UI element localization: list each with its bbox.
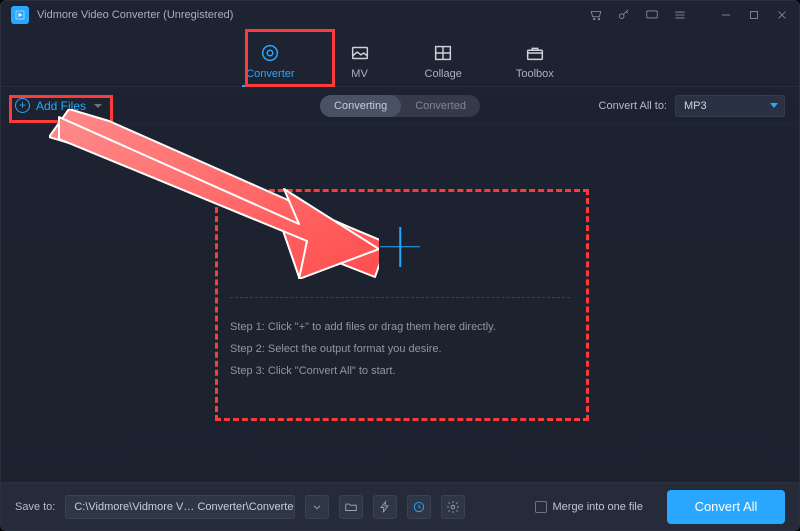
feedback-icon[interactable] — [645, 8, 659, 22]
add-files-plus-icon[interactable] — [380, 227, 420, 267]
title-bar: Vidmore Video Converter (Unregistered) — [1, 1, 799, 29]
chevron-down-icon — [94, 104, 102, 108]
step-1: Step 1: Click "+" to add files or drag t… — [230, 316, 570, 338]
output-format-select[interactable]: MP3 — [675, 95, 785, 117]
high-speed-button[interactable] — [407, 495, 431, 519]
app-window: Vidmore Video Converter (Unregistered) C… — [0, 0, 800, 531]
convert-all-label: Convert All — [695, 499, 758, 514]
segment-converted[interactable]: Converted — [401, 100, 480, 112]
close-icon[interactable] — [775, 8, 789, 22]
divider — [230, 297, 570, 298]
convert-all-button[interactable]: Convert All — [667, 490, 785, 524]
segment-converting[interactable]: Converting — [320, 95, 401, 117]
title-actions — [589, 8, 789, 22]
collage-icon — [432, 42, 454, 64]
menu-icon[interactable] — [673, 8, 687, 22]
minimize-icon[interactable] — [719, 8, 733, 22]
output-format-value: MP3 — [684, 100, 707, 112]
app-logo-icon — [11, 6, 29, 24]
step-3: Step 3: Click "Convert All" to start. — [230, 360, 570, 382]
checkbox-icon — [535, 501, 547, 513]
step-2: Step 2: Select the output format you des… — [230, 338, 570, 360]
top-tabs: Converter MV Collage Toolbox — [1, 29, 799, 87]
tab-label: Converter — [246, 68, 294, 80]
merge-label: Merge into one file — [553, 501, 644, 513]
toolbox-icon — [524, 42, 546, 64]
chevron-down-icon — [770, 103, 778, 108]
save-to-label: Save to: — [15, 501, 55, 513]
main-area: Step 1: Click "+" to add files or drag t… — [1, 126, 799, 482]
plus-circle-icon — [15, 98, 30, 113]
sub-toolbar: Add Files Converting Converted Convert A… — [1, 87, 799, 125]
tab-label: MV — [351, 68, 368, 80]
converter-icon — [259, 42, 281, 64]
hw-accel-button[interactable] — [373, 495, 397, 519]
tab-toolbox[interactable]: Toolbox — [516, 42, 554, 86]
tab-converter[interactable]: Converter — [246, 42, 294, 86]
bottom-bar: Save to: C:\Vidmore\Vidmore V… Converter… — [1, 482, 799, 530]
mv-icon — [349, 42, 371, 64]
convert-all-to-label: Convert All to: — [599, 100, 667, 112]
tab-label: Toolbox — [516, 68, 554, 80]
convert-all-to: Convert All to: MP3 — [599, 95, 785, 117]
add-files-label: Add Files — [36, 99, 86, 113]
key-icon[interactable] — [617, 8, 631, 22]
open-folder-button[interactable] — [339, 495, 363, 519]
status-segment: Converting Converted — [320, 95, 480, 117]
maximize-icon[interactable] — [747, 8, 761, 22]
drop-area[interactable]: Step 1: Click "+" to add files or drag t… — [230, 227, 570, 382]
instructions: Step 1: Click "+" to add files or drag t… — [230, 316, 570, 382]
tab-collage[interactable]: Collage — [425, 42, 462, 86]
save-path-field[interactable]: C:\Vidmore\Vidmore V… Converter\Converte… — [65, 495, 295, 519]
window-title: Vidmore Video Converter (Unregistered) — [37, 9, 233, 21]
tab-mv[interactable]: MV — [349, 42, 371, 86]
add-files-button[interactable]: Add Files — [15, 98, 102, 113]
cart-icon[interactable] — [589, 8, 603, 22]
merge-checkbox[interactable]: Merge into one file — [535, 501, 644, 513]
settings-button[interactable] — [441, 495, 465, 519]
path-dropdown-button[interactable] — [305, 495, 329, 519]
tab-label: Collage — [425, 68, 462, 80]
